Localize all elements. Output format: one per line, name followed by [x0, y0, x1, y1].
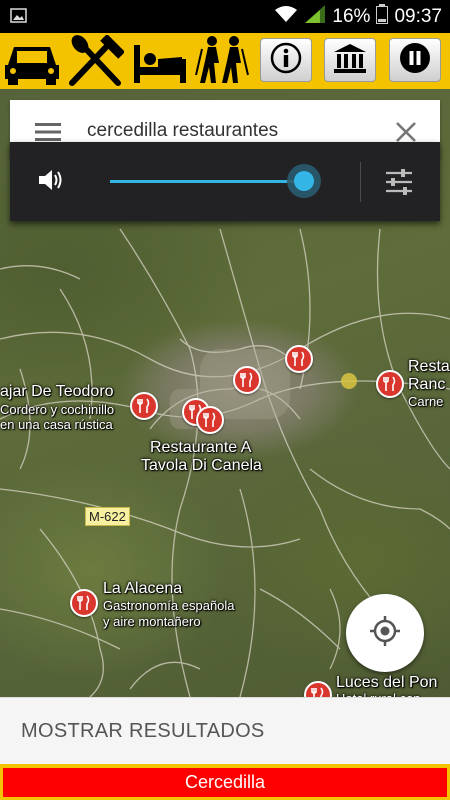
fork-knife-icon [203, 412, 216, 427]
map-label: Gastronomía española [103, 598, 235, 613]
volume-slider-fill [110, 180, 287, 183]
map-label: Cordero y cochinillo [0, 402, 115, 417]
my-location-button[interactable] [346, 594, 424, 672]
wifi-icon [274, 5, 298, 29]
settings-sliders-icon[interactable] [384, 167, 414, 202]
volume-slider-track[interactable] [110, 180, 300, 183]
fork-knife-icon [137, 398, 150, 413]
signal-icon [304, 4, 326, 30]
map-marker-yellow [341, 373, 357, 389]
footer-bar: Cercedilla [0, 764, 450, 800]
restaurant-marker[interactable] [233, 366, 261, 394]
fork-knife-icon [292, 351, 305, 366]
map-label: ajar De Teodoro [0, 383, 114, 400]
info-button[interactable] [260, 38, 312, 82]
map-label: Restaurante A [150, 439, 252, 456]
category-toolbar [0, 33, 450, 89]
pause-button[interactable] [389, 38, 441, 82]
museum-icon [332, 42, 368, 79]
fork-knife-icon [240, 372, 253, 387]
status-bar: 16% 09:37 [0, 0, 450, 33]
crosshair-icon [369, 615, 401, 652]
restaurant-marker[interactable] [196, 406, 224, 434]
location-name: Cercedilla [184, 772, 266, 792]
map-label: Resta [408, 358, 450, 375]
map-label: Luces del Pon [336, 674, 438, 691]
map-label: Tavola Di Canela [141, 457, 262, 474]
bed-icon[interactable] [130, 35, 190, 87]
restaurant-marker[interactable] [130, 392, 158, 420]
speaker-icon[interactable] [36, 166, 64, 199]
map-label: y aire montañero [103, 614, 201, 629]
restaurant-icon[interactable] [66, 33, 126, 87]
battery-icon [376, 3, 389, 30]
restaurant-marker[interactable] [285, 345, 313, 373]
fork-knife-icon [77, 595, 90, 610]
battery-text: 16% [332, 5, 371, 27]
map-label: La Alacena [103, 580, 183, 597]
volume-slider-thumb[interactable] [287, 164, 321, 198]
divider [360, 162, 361, 202]
hikers-icon[interactable] [192, 35, 252, 87]
image-notification-icon [10, 8, 27, 28]
museum-button[interactable] [324, 38, 376, 82]
car-icon[interactable] [2, 35, 62, 87]
restaurant-marker[interactable] [70, 589, 98, 617]
fork-knife-icon [383, 376, 396, 391]
road-label: M-622 [85, 507, 130, 526]
show-results-panel[interactable]: MOSTRAR RESULTADOS [0, 697, 450, 765]
info-icon [270, 42, 302, 79]
restaurant-marker[interactable] [376, 370, 404, 398]
map-label: Ranc [408, 376, 446, 393]
volume-panel [10, 142, 440, 221]
search-input[interactable]: cercedilla restaurantes [87, 120, 278, 142]
map-label: en una casa rústica [0, 417, 113, 432]
clock: 09:37 [394, 5, 442, 27]
map-label: Carne [408, 394, 444, 409]
location-name-button[interactable]: Cercedilla [3, 768, 447, 797]
show-results-label: MOSTRAR RESULTADOS [21, 720, 265, 742]
pause-icon [399, 42, 431, 79]
